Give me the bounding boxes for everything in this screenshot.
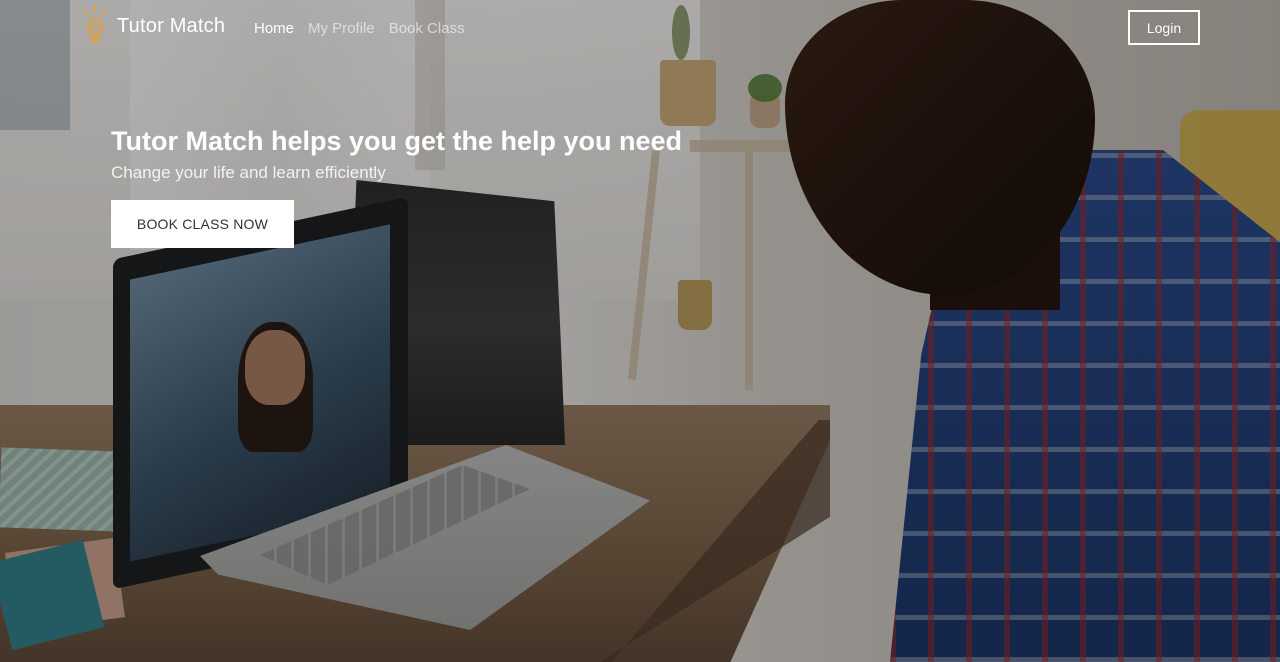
book-class-now-button[interactable]: BOOK CLASS NOW [111,200,294,248]
brand-logo-link[interactable]: Tutor Match [79,4,225,48]
dark-overlay [0,0,1280,662]
hero-section: Tutor Match Home My Profile Book Class L… [0,0,1280,662]
brand-name: Tutor Match [117,14,226,37]
navbar: Tutor Match Home My Profile Book Class L… [0,0,1280,58]
nav-links: Home My Profile Book Class [254,20,465,37]
hero-title: Tutor Match helps you get the help you n… [111,126,683,156]
nav-link-book-class[interactable]: Book Class [389,20,465,37]
nav-link-home[interactable]: Home [254,20,294,37]
login-button[interactable]: Login [1128,10,1200,45]
nav-link-my-profile[interactable]: My Profile [308,20,375,37]
lightbulb-icon [79,4,111,48]
hero-subtitle: Change your life and learn efficiently [111,163,386,182]
